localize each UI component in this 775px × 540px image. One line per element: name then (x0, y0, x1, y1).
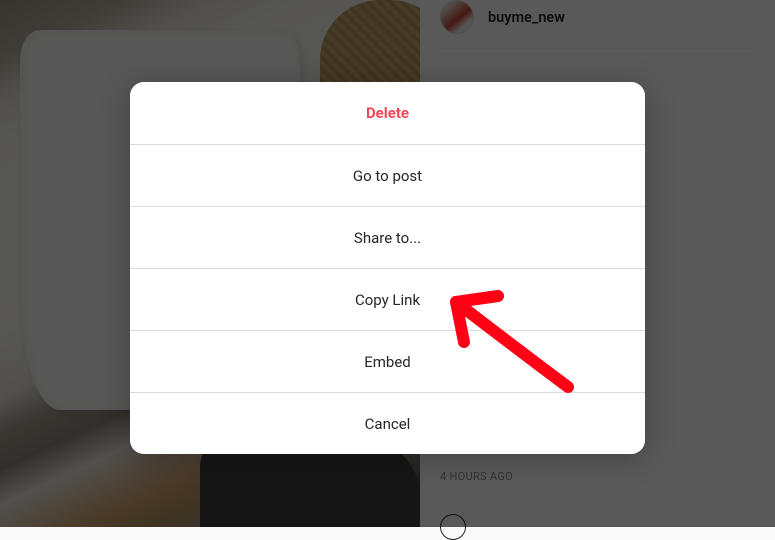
cancel-option[interactable]: Cancel (130, 392, 645, 454)
copy-link-option[interactable]: Copy Link (130, 268, 645, 330)
options-modal: Delete Go to post Share to... Copy Link … (130, 82, 645, 454)
embed-option[interactable]: Embed (130, 330, 645, 392)
go-to-post-option[interactable]: Go to post (130, 144, 645, 206)
share-to-option[interactable]: Share to... (130, 206, 645, 268)
delete-option[interactable]: Delete (130, 82, 645, 144)
modal-overlay[interactable]: Delete Go to post Share to... Copy Link … (0, 0, 775, 527)
